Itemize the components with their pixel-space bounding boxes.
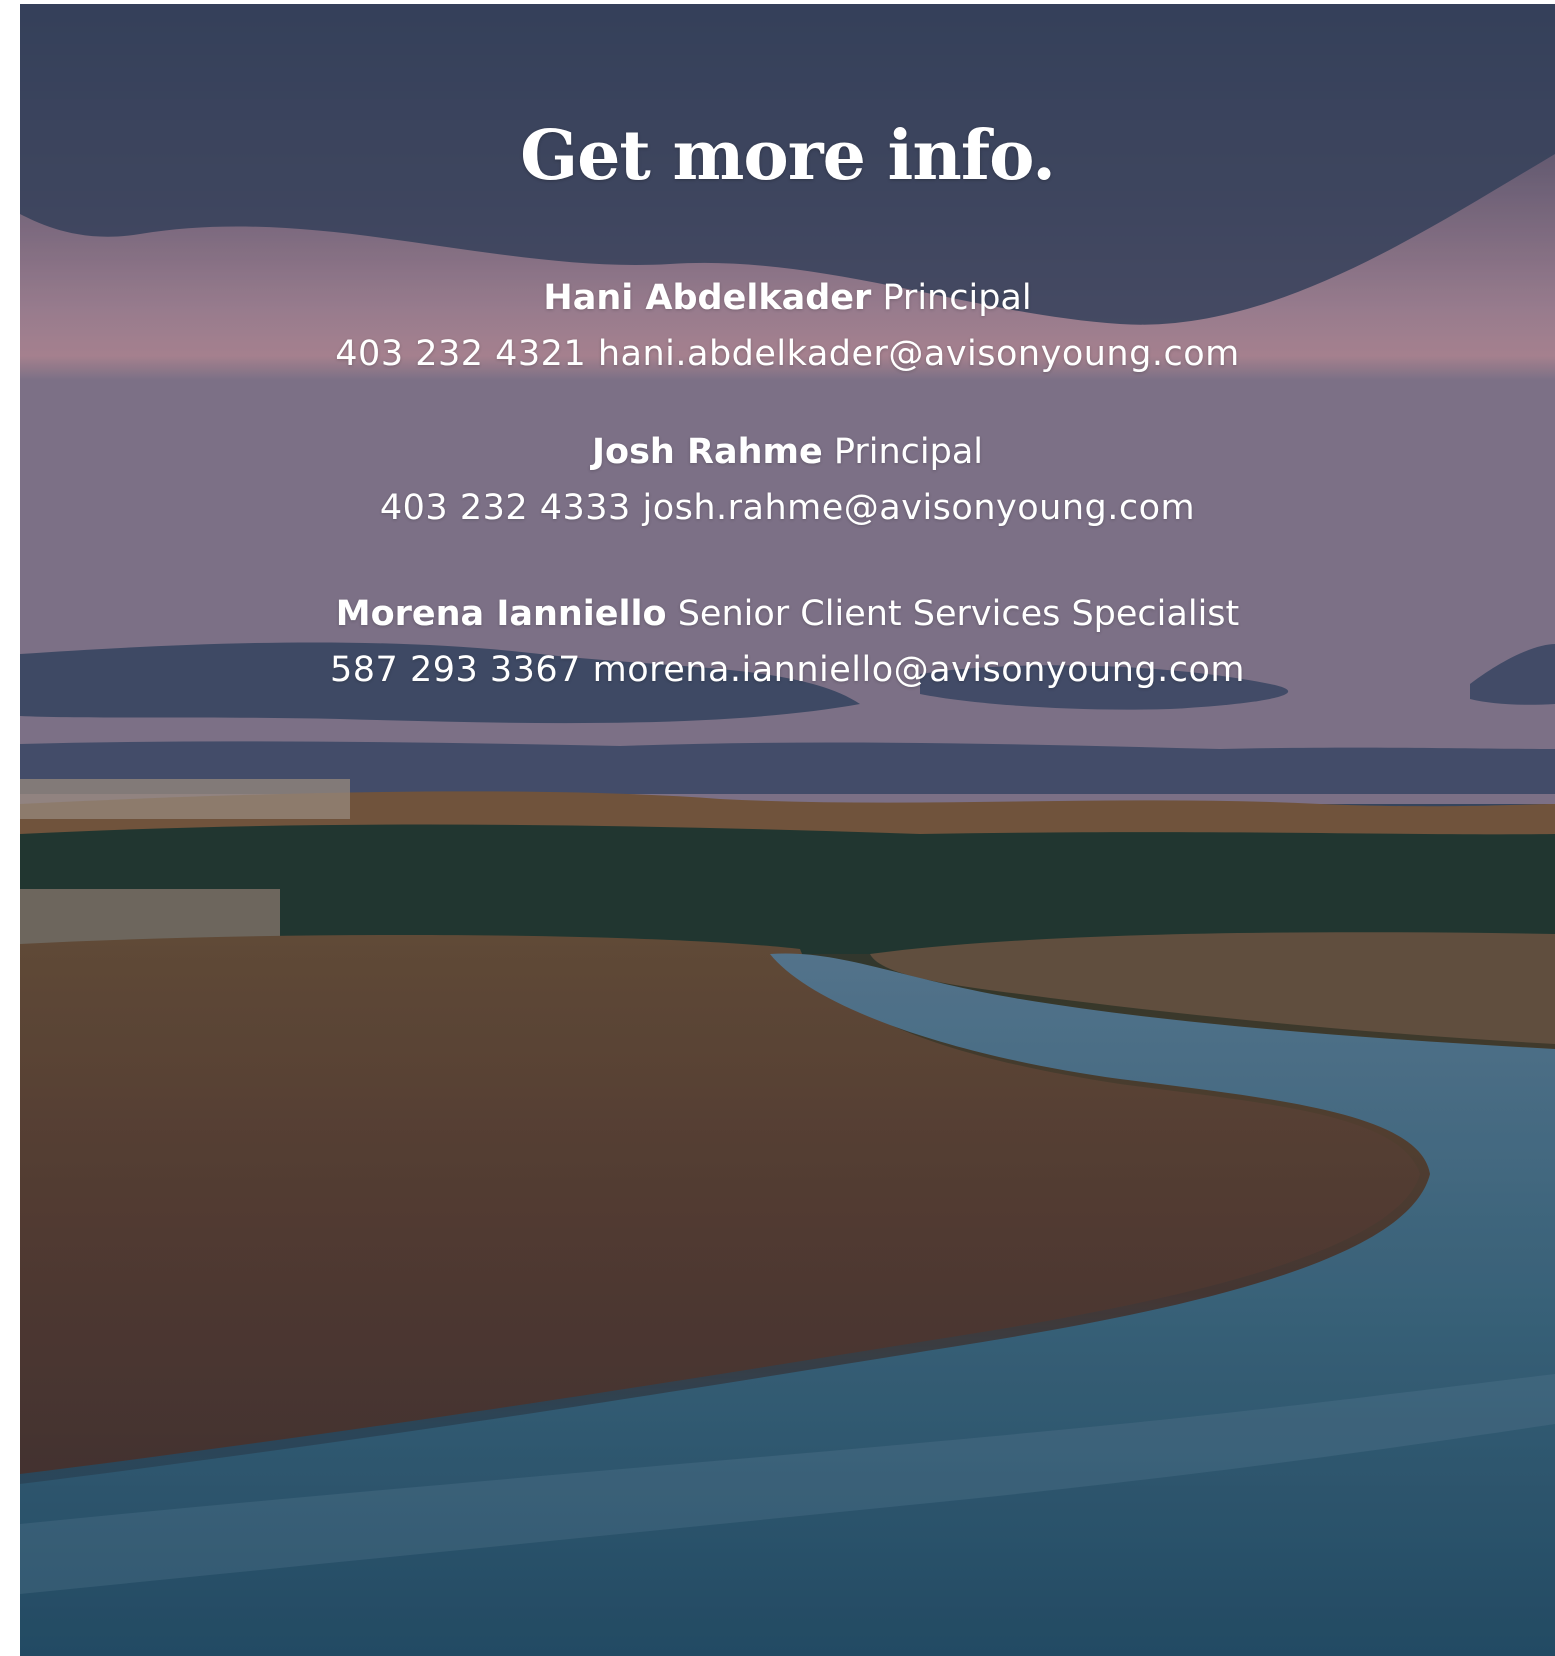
contact-details-row: 403 232 4321 hani.abdelkader@avisonyoung… xyxy=(20,326,1555,382)
contact-email[interactable]: hani.abdelkader@avisonyoung.com xyxy=(598,334,1240,374)
contact-email[interactable]: josh.rahme@avisonyoung.com xyxy=(642,488,1195,528)
contact-email[interactable]: morena.ianniello@avisonyoung.com xyxy=(593,650,1245,690)
contact-role: Principal xyxy=(882,278,1032,318)
contact-phone[interactable]: 403 232 4333 xyxy=(380,488,631,528)
contact-role: Senior Client Services Specialist xyxy=(677,594,1240,634)
contact-name: Hani Abdelkader xyxy=(543,278,872,318)
contact-card: Josh Rahme Principal 403 232 4333 josh.r… xyxy=(20,424,1555,536)
contact-card: Morena Ianniello Senior Client Services … xyxy=(20,586,1555,698)
contact-name-row: Josh Rahme Principal xyxy=(20,424,1555,480)
contact-name-row: Hani Abdelkader Principal xyxy=(20,270,1555,326)
contact-phone[interactable]: 587 293 3367 xyxy=(330,650,581,690)
hero-background: Get more info. Hani Abdelkader Principal… xyxy=(20,4,1555,1656)
contact-name: Morena Ianniello xyxy=(335,594,667,634)
contact-details-row: 403 232 4333 josh.rahme@avisonyoung.com xyxy=(20,480,1555,536)
landscape-image xyxy=(20,4,1555,1656)
contact-phone[interactable]: 403 232 4321 xyxy=(335,334,586,374)
contact-role: Principal xyxy=(833,432,983,472)
contact-name: Josh Rahme xyxy=(592,432,823,472)
contact-details-row: 587 293 3367 morena.ianniello@avisonyoun… xyxy=(20,642,1555,698)
page-title: Get more info. xyxy=(520,116,1056,196)
contact-card: Hani Abdelkader Principal 403 232 4321 h… xyxy=(20,270,1555,382)
contact-name-row: Morena Ianniello Senior Client Services … xyxy=(20,586,1555,642)
